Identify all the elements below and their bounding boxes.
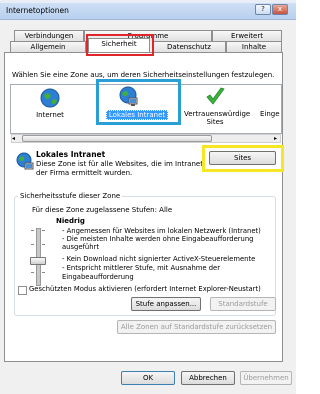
level-desc-line: - Kein Download nicht signierter ActiveX… [62,255,256,263]
allowed-levels-label: Für diese Zone zugelassene Stufen: Alle [32,206,173,214]
scroll-right-arrow-icon[interactable]: ▸ [274,135,277,142]
help-button[interactable]: ? [255,4,271,15]
checkmark-icon[interactable] [204,86,226,108]
zone-title: Lokales Intranet [36,150,106,159]
slider-tick [31,244,34,245]
highlight-box-red [86,34,154,56]
tab-verbindungen[interactable]: Verbindungen [14,30,84,41]
level-desc-line: - Die meisten Inhalte werden ohne Eingab… [62,235,254,243]
highlight-box-yellow [202,145,284,172]
zone-description-line2: der Firma ermittelt wurden. [36,169,133,177]
intranet-large-icon [14,152,36,172]
scroll-thumb[interactable] [22,135,212,142]
zone-description-line1: Diese Zone ist für alle Websites, die im… [36,160,203,168]
globe-icon[interactable] [40,88,60,108]
apply-button[interactable]: Übernehmen [240,371,292,385]
reset-all-zones-button[interactable]: Alle Zonen auf Standardstufe zurücksetze… [117,320,276,334]
cancel-button[interactable]: Abbrechen [181,371,235,385]
default-level-button[interactable]: Standardstufe [210,297,276,311]
highlight-box-blue [96,79,181,125]
scroll-left-arrow-icon[interactable]: ◂ [12,135,15,142]
tab-inhalte[interactable]: Inhalte [226,41,282,52]
tab-datenschutz[interactable]: Datenschutz [152,41,226,52]
slider-tick [31,272,34,273]
zone-prompt: Wählen Sie eine Zone aus, um deren Siche… [12,71,275,79]
custom-level-button[interactable]: Stufe anpassen... [131,297,201,311]
level-desc-line: ausgeführt [62,243,99,251]
security-slider-thumb[interactable] [30,257,46,265]
level-desc-line: Eingabeaufforderung [62,273,134,281]
slider-tick [31,230,34,231]
level-desc-line: - Angemessen für Websites im lokalen Net… [62,227,261,235]
zone-restricted-label[interactable]: Einge [260,110,282,118]
ok-button[interactable]: OK [121,371,175,385]
slider-tick [42,272,45,273]
tab-allgemein[interactable]: Allgemein [10,41,86,52]
window-title: Internetoptionen [6,6,69,15]
security-level-title: Sicherheitsstufe dieser Zone [18,192,123,200]
level-desc-line: - Entspricht mittlerer Stufe, mit Ausnah… [62,264,221,272]
protected-mode-checkbox[interactable] [18,286,27,295]
close-button[interactable]: x [272,4,288,15]
slider-tick [42,230,45,231]
zone-internet-label[interactable]: Internet [22,111,78,119]
protected-mode-label[interactable]: Geschützten Modus aktivieren (erfordert … [29,285,261,293]
zone-trusted-label[interactable]: Vertrauenswürdige Sites [184,110,250,126]
level-name: Niedrig [56,217,85,225]
tab-erweitert[interactable]: Erweitert [212,30,282,41]
slider-tick [42,244,45,245]
